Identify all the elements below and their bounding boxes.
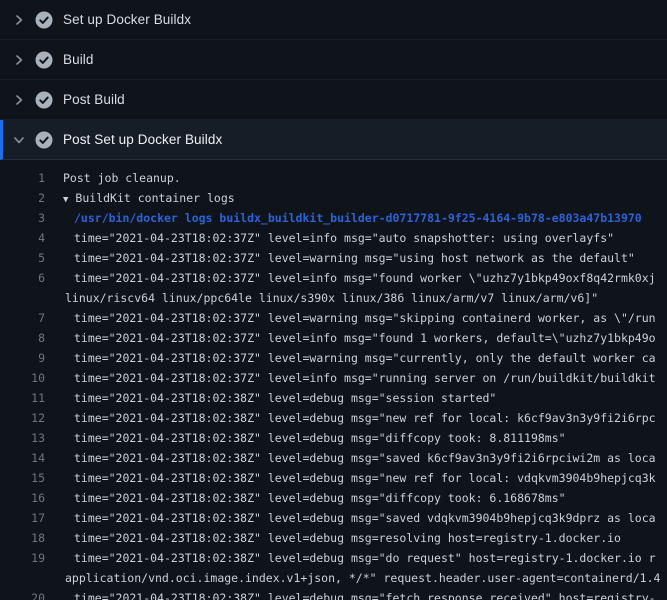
log-line: 1 Post job cleanup.: [0, 168, 667, 188]
log-text: time="2021-04-23T18:02:38Z" level=debug …: [74, 448, 656, 468]
line-number[interactable]: 5: [0, 248, 45, 268]
log-line: 20 time="2021-04-23T18:02:38Z" level=deb…: [0, 588, 667, 600]
step-header-build[interactable]: Build: [0, 40, 667, 80]
log-text: time="2021-04-23T18:02:37Z" level=warnin…: [74, 348, 656, 368]
chevron-down-icon: [12, 133, 26, 147]
step-header-post-set-up-docker-buildx[interactable]: Post Set up Docker Buildx: [0, 120, 667, 160]
chevron-right-icon: [12, 53, 26, 67]
line-number[interactable]: [0, 568, 45, 588]
log-line: 7 time="2021-04-23T18:02:37Z" level=warn…: [0, 308, 667, 328]
step-label: Build: [63, 52, 94, 67]
log-line: 18 time="2021-04-23T18:02:38Z" level=deb…: [0, 528, 667, 548]
log-text: application/vnd.oci.image.index.v1+json,…: [65, 568, 660, 588]
log-line: 14 time="2021-04-23T18:02:38Z" level=deb…: [0, 448, 667, 468]
log-line: 11 time="2021-04-23T18:02:38Z" level=deb…: [0, 388, 667, 408]
log-line: 5 time="2021-04-23T18:02:37Z" level=warn…: [0, 248, 667, 268]
log-text: time="2021-04-23T18:02:37Z" level=warnin…: [74, 308, 656, 328]
log-line: 2 ▼BuildKit container logs: [0, 188, 667, 208]
line-number[interactable]: 12: [0, 408, 45, 428]
line-number[interactable]: 3: [0, 208, 45, 228]
line-number[interactable]: 19: [0, 548, 45, 568]
chevron-right-icon: [12, 13, 26, 27]
log-text: time="2021-04-23T18:02:38Z" level=debug …: [74, 508, 656, 528]
log-text: /usr/bin/docker logs buildx_buildkit_bui…: [74, 208, 642, 228]
group-disclosure-icon[interactable]: ▼: [63, 190, 68, 210]
log-line: 16 time="2021-04-23T18:02:38Z" level=deb…: [0, 488, 667, 508]
step-header-post-build[interactable]: Post Build: [0, 80, 667, 120]
line-number[interactable]: 13: [0, 428, 45, 448]
log-text: time="2021-04-23T18:02:38Z" level=debug …: [74, 408, 656, 428]
log-text: time="2021-04-23T18:02:38Z" level=debug …: [74, 528, 621, 548]
log-line: 17 time="2021-04-23T18:02:38Z" level=deb…: [0, 508, 667, 528]
log-text: Post job cleanup.: [63, 168, 181, 188]
check-circle-icon: [34, 50, 54, 70]
log-text: linux/riscv64 linux/ppc64le linux/s390x …: [65, 288, 598, 308]
check-circle-icon: [34, 130, 54, 150]
line-number[interactable]: 16: [0, 488, 45, 508]
line-number[interactable]: 14: [0, 448, 45, 468]
line-number[interactable]: 10: [0, 368, 45, 388]
actions-log-viewer: Set up Docker Buildx Build Post Build Po…: [0, 0, 667, 600]
line-number[interactable]: [0, 288, 45, 308]
log-text: time="2021-04-23T18:02:38Z" level=debug …: [74, 488, 566, 508]
log-line: 19 time="2021-04-23T18:02:38Z" level=deb…: [0, 548, 667, 568]
line-number[interactable]: 18: [0, 528, 45, 548]
log-text: time="2021-04-23T18:02:38Z" level=debug …: [74, 388, 496, 408]
chevron-right-icon: [12, 93, 26, 107]
line-number[interactable]: 6: [0, 268, 45, 288]
step-label: Post Set up Docker Buildx: [63, 132, 222, 147]
log-line: 3 /usr/bin/docker logs buildx_buildkit_b…: [0, 208, 667, 228]
log-text: time="2021-04-23T18:02:38Z" level=debug …: [74, 588, 656, 600]
step-header-set-up-docker-buildx[interactable]: Set up Docker Buildx: [0, 0, 667, 40]
log-line: linux/riscv64 linux/ppc64le linux/s390x …: [0, 288, 667, 308]
log-line: 15 time="2021-04-23T18:02:38Z" level=deb…: [0, 468, 667, 488]
log-line: 9 time="2021-04-23T18:02:37Z" level=warn…: [0, 348, 667, 368]
step-list: Set up Docker Buildx Build Post Build Po…: [0, 0, 667, 160]
line-number[interactable]: 20: [0, 588, 45, 600]
log-text: time="2021-04-23T18:02:37Z" level=info m…: [74, 268, 656, 288]
log-text: time="2021-04-23T18:02:37Z" level=info m…: [74, 368, 656, 388]
log-text: time="2021-04-23T18:02:37Z" level=warnin…: [74, 248, 635, 268]
line-number[interactable]: 7: [0, 308, 45, 328]
line-number[interactable]: 8: [0, 328, 45, 348]
log-line: 6 time="2021-04-23T18:02:37Z" level=info…: [0, 268, 667, 288]
log-text: time="2021-04-23T18:02:38Z" level=debug …: [74, 428, 566, 448]
log-line: 12 time="2021-04-23T18:02:38Z" level=deb…: [0, 408, 667, 428]
log-line: 8 time="2021-04-23T18:02:37Z" level=info…: [0, 328, 667, 348]
line-number[interactable]: 9: [0, 348, 45, 368]
log-text: time="2021-04-23T18:02:38Z" level=debug …: [74, 468, 656, 488]
line-number[interactable]: 11: [0, 388, 45, 408]
log-text: ▼BuildKit container logs: [63, 188, 235, 208]
log-line: 10 time="2021-04-23T18:02:37Z" level=inf…: [0, 368, 667, 388]
log-line: 13 time="2021-04-23T18:02:38Z" level=deb…: [0, 428, 667, 448]
check-circle-icon: [34, 90, 54, 110]
log-text: time="2021-04-23T18:02:37Z" level=info m…: [74, 328, 656, 348]
check-circle-icon: [34, 10, 54, 30]
step-label: Set up Docker Buildx: [63, 12, 191, 27]
step-label: Post Build: [63, 92, 125, 107]
line-number[interactable]: 4: [0, 228, 45, 248]
log-line: 4 time="2021-04-23T18:02:37Z" level=info…: [0, 228, 667, 248]
log-text: time="2021-04-23T18:02:37Z" level=info m…: [74, 228, 614, 248]
line-number[interactable]: 1: [0, 168, 45, 188]
line-number[interactable]: 15: [0, 468, 45, 488]
line-number[interactable]: 2: [0, 188, 45, 208]
log-output: 1 Post job cleanup. 2 ▼BuildKit containe…: [0, 160, 667, 600]
line-number[interactable]: 17: [0, 508, 45, 528]
log-text: time="2021-04-23T18:02:38Z" level=debug …: [74, 548, 656, 568]
log-line: application/vnd.oci.image.index.v1+json,…: [0, 568, 667, 588]
